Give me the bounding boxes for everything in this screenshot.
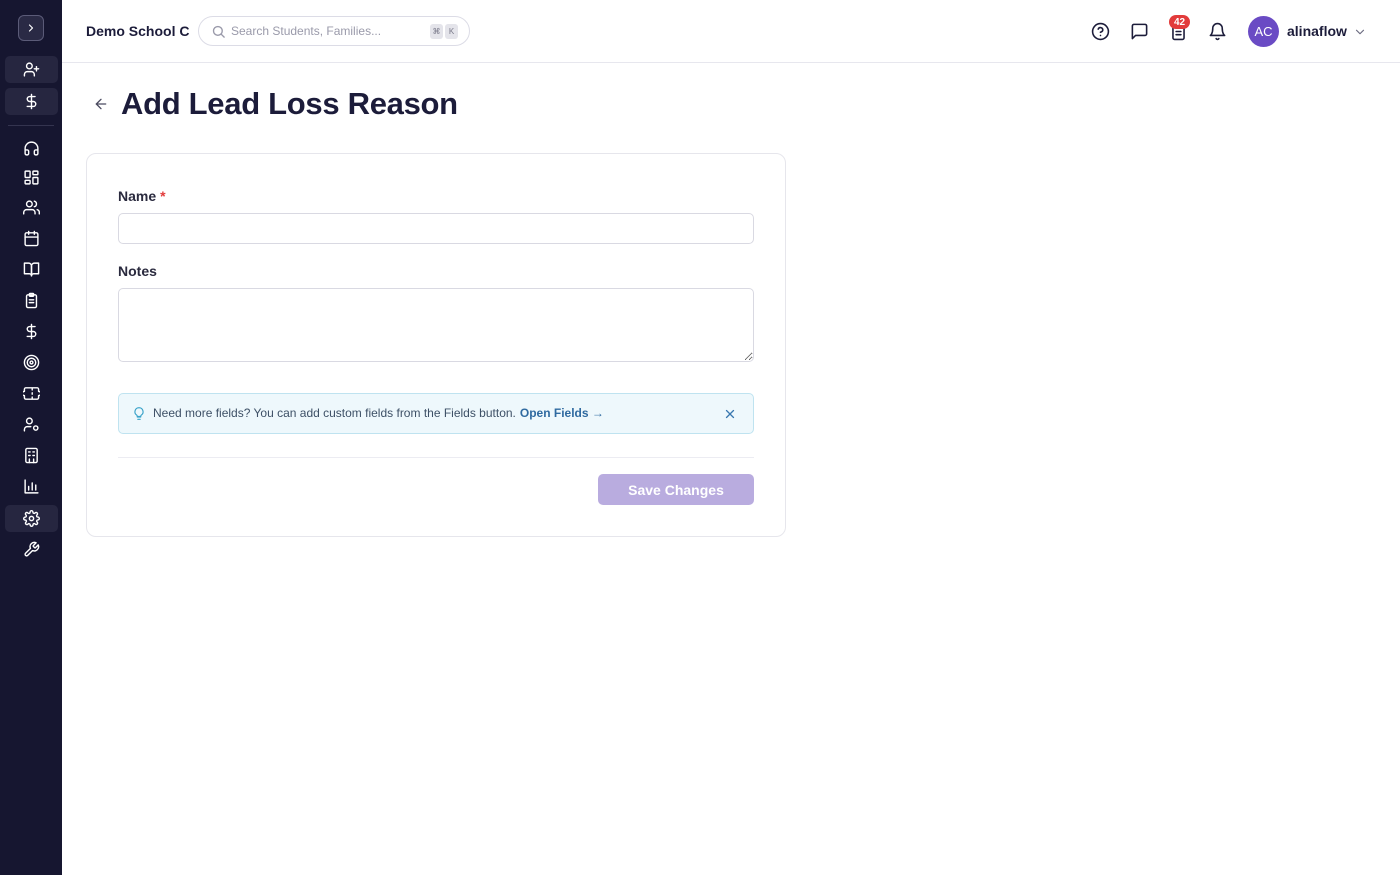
form-divider <box>118 457 754 458</box>
sidebar-item-reports[interactable] <box>5 473 58 500</box>
custom-fields-tip: Need more fields? You can add custom fie… <box>118 393 754 434</box>
arrow-left-icon <box>95 98 107 110</box>
notes-textarea[interactable] <box>118 288 754 362</box>
name-input[interactable] <box>118 213 754 244</box>
sidebar-item-organization[interactable] <box>5 442 58 469</box>
calendar-icon <box>24 230 39 247</box>
message-square-icon <box>1131 23 1147 39</box>
headset-icon <box>24 141 39 156</box>
sidebar-divider <box>8 125 54 126</box>
sidebar-item-support[interactable] <box>5 135 58 162</box>
global-search[interactable]: ⌘ K <box>198 16 470 46</box>
open-fields-link[interactable]: Open Fields → <box>520 406 604 420</box>
app-root: Demo School C ⌘ K 42 AC alinaflow Add Le… <box>0 0 1400 875</box>
name-label: Name * <box>118 188 166 204</box>
dollar-sign-icon <box>26 93 37 110</box>
notes-label: Notes <box>118 263 157 279</box>
sidebar-item-tools[interactable] <box>5 536 58 563</box>
shortcut-key-k: K <box>445 24 458 39</box>
sidebar-item-staff[interactable] <box>5 411 58 438</box>
page-title: Add Lead Loss Reason <box>121 86 458 121</box>
wrench-icon <box>24 541 40 557</box>
sidebar-item-people[interactable] <box>5 194 58 221</box>
back-button[interactable] <box>92 95 110 113</box>
target-icon <box>23 354 40 371</box>
notifications-button[interactable] <box>1207 21 1227 41</box>
user-cog-icon <box>23 417 39 432</box>
user-avatar[interactable]: AC <box>1248 16 1279 47</box>
sidebar-item-billing[interactable] <box>5 318 58 345</box>
shortcut-key-cmd: ⌘ <box>430 24 443 39</box>
lightbulb-icon <box>134 407 144 420</box>
layout-dashboard-icon <box>24 170 39 185</box>
sidebar-item-goals[interactable] <box>5 349 58 376</box>
clipboard-check-icon <box>25 292 38 309</box>
ticket-icon <box>23 387 40 400</box>
building-icon <box>25 447 38 464</box>
sidebar-item-courses[interactable] <box>5 256 58 283</box>
sidebar <box>0 0 62 875</box>
dismiss-tip-button[interactable] <box>721 405 739 423</box>
lead-loss-reason-form: Name * Notes Need more fields? You can ad… <box>86 153 786 537</box>
save-changes-button[interactable]: Save Changes <box>598 474 754 505</box>
sidebar-item-settings[interactable] <box>5 505 58 532</box>
dollar-sign-icon <box>26 323 37 340</box>
name-label-text: Name <box>118 188 157 204</box>
chevron-right-icon <box>28 24 34 32</box>
bell-icon <box>1209 22 1225 40</box>
tip-text: Need more fields? You can add custom fie… <box>153 406 516 420</box>
search-input[interactable] <box>231 22 421 40</box>
search-icon <box>212 25 225 38</box>
sidebar-toggle-button[interactable] <box>18 15 44 41</box>
user-plus-icon <box>23 62 40 77</box>
sidebar-item-dashboard[interactable] <box>5 164 58 191</box>
close-icon <box>725 409 735 419</box>
messages-button[interactable] <box>1129 21 1149 41</box>
sidebar-item-tickets[interactable] <box>5 380 58 407</box>
tasks-count-badge: 42 <box>1169 15 1190 29</box>
sidebar-item-leads[interactable] <box>5 56 58 83</box>
bar-chart-icon <box>24 479 39 494</box>
required-mark: * <box>160 188 166 204</box>
users-icon <box>23 200 40 215</box>
sidebar-item-calendar[interactable] <box>5 225 58 252</box>
sidebar-item-attendance[interactable] <box>5 287 58 314</box>
school-name[interactable]: Demo School C <box>86 23 189 39</box>
help-circle-icon <box>1091 22 1109 40</box>
user-name[interactable]: alinaflow <box>1287 23 1347 39</box>
settings-icon <box>23 510 40 527</box>
top-header: Demo School C ⌘ K 42 AC alinaflow <box>62 0 1400 63</box>
chevron-down-icon[interactable] <box>1353 25 1367 39</box>
sidebar-item-sales[interactable] <box>5 88 58 115</box>
tip-message: Need more fields? You can add custom fie… <box>153 406 604 420</box>
book-open-icon <box>23 262 40 277</box>
help-button[interactable] <box>1090 21 1110 41</box>
